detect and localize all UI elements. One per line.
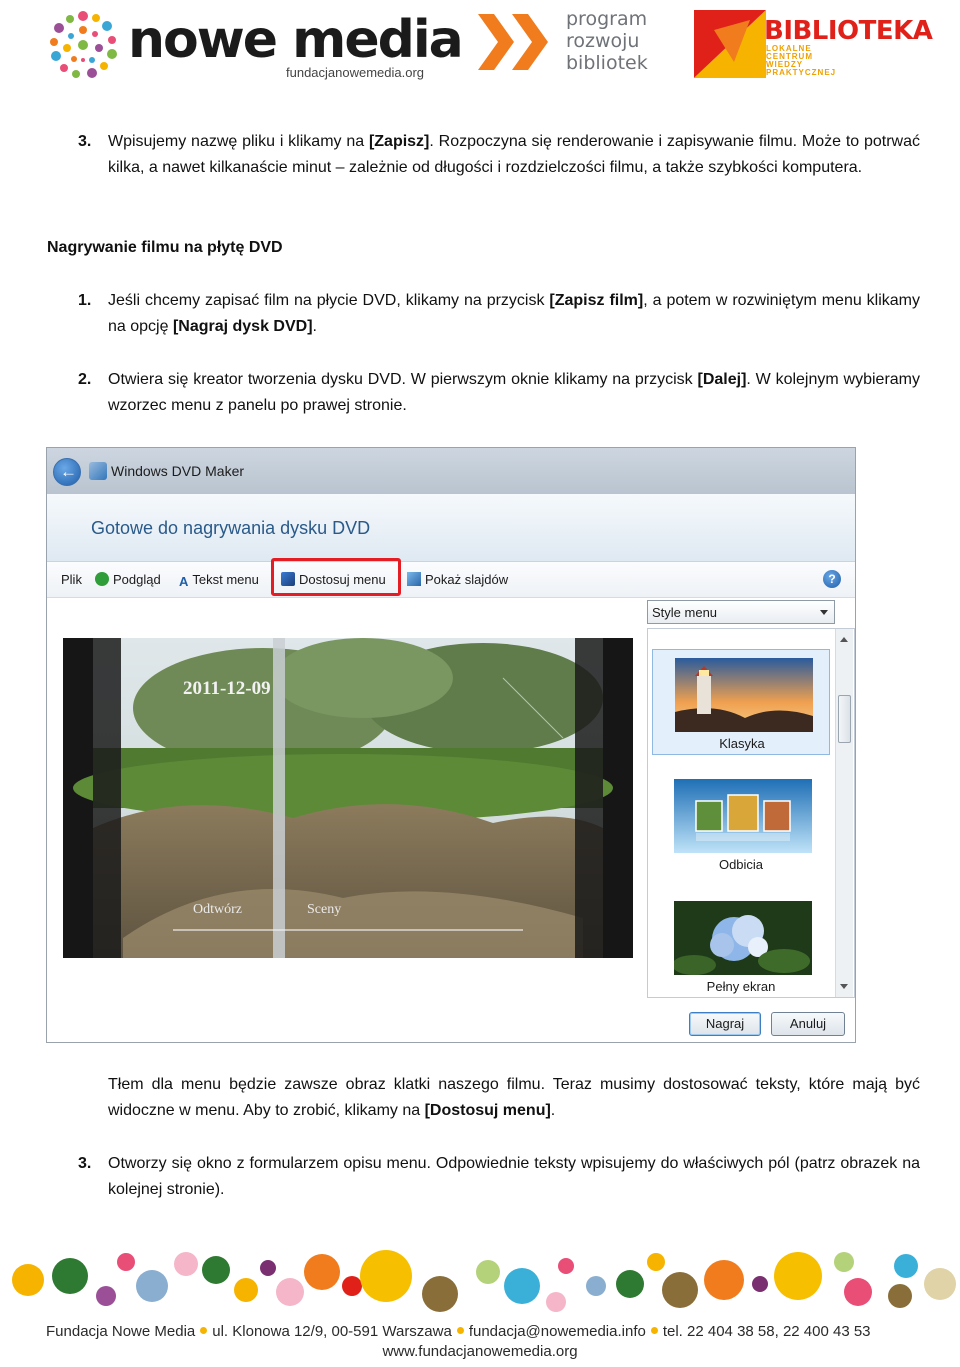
window-title-bar: ← Windows DVD Maker xyxy=(47,448,855,494)
nowe-media-logo-text: nowe media xyxy=(128,10,464,70)
step-number: 2. xyxy=(78,371,92,388)
toolbar-menu-text-button[interactable]: A Tekst menu xyxy=(179,572,259,589)
style-thumbnail-lighthouse xyxy=(675,658,813,732)
bullet-dot-icon xyxy=(650,1327,658,1334)
style-name: Odbicia xyxy=(718,857,764,872)
scroll-up-icon[interactable] xyxy=(840,637,848,642)
toolbar-preview-button[interactable]: Podgląd xyxy=(95,572,161,587)
nowe-media-dots-logo xyxy=(50,11,117,78)
slideshow-icon xyxy=(407,572,421,586)
step-3-save-text: Wpisujemy nazwę pliku i klikamy na [Zapi… xyxy=(108,133,920,176)
step-number: 1. xyxy=(78,292,92,309)
menu-style-dropdown[interactable]: Style menu xyxy=(647,600,835,624)
styles-scrollbar[interactable] xyxy=(835,629,853,997)
dvd-maker-window: ← Windows DVD Maker Gotowe do nagrywania… xyxy=(46,447,856,1043)
preview-date-label: 2011-12-09 xyxy=(183,678,271,699)
menu-style-item[interactable]: Odbicia xyxy=(652,771,830,877)
step-2-text: Otwiera się kreator tworzenia dysku DVD.… xyxy=(108,371,920,414)
nowe-media-url: fundacjanowemedia.org xyxy=(286,65,425,80)
help-icon[interactable]: ? xyxy=(823,570,841,588)
toolbar-file-menu[interactable]: Plik xyxy=(61,572,82,587)
style-name: Pełny ekran xyxy=(706,979,776,994)
footer-contact-line: Fundacja Nowe Media ul. Klonowa 12/9, 00-… xyxy=(46,1323,871,1340)
preview-scenes-label: Sceny xyxy=(307,902,342,917)
page-header: nowe media fundacjanowemedia.org program… xyxy=(0,0,960,90)
footer-website[interactable]: www.fundacjanowemedia.org xyxy=(0,1343,960,1360)
program-arrows-logo xyxy=(478,14,548,70)
highlight-customize-menu xyxy=(271,558,401,596)
back-arrow-icon[interactable]: ← xyxy=(53,458,81,486)
style-thumbnail-fullscreen xyxy=(674,901,812,975)
wizard-page-title: Gotowe do nagrywania dysku DVD xyxy=(91,518,371,538)
preview-play-label: Odtwórz xyxy=(193,902,242,917)
style-thumbnail-reflections xyxy=(674,779,812,853)
biblioteka-title: BIBLIOTEKA xyxy=(764,16,933,46)
wizard-toolbar: Plik Podgląd A Tekst menu Dostosuj menu P… xyxy=(47,562,855,598)
scroll-down-icon[interactable] xyxy=(840,984,848,989)
customize-menu-paragraph: Tłem dla menu będzie zawsze obraz klatki… xyxy=(108,1076,920,1119)
bullet-dot-icon xyxy=(456,1327,464,1334)
menu-style-item[interactable]: Klasyka xyxy=(652,649,830,755)
step-number: 3. xyxy=(78,1155,92,1172)
play-icon xyxy=(95,572,109,586)
text-a-icon: A xyxy=(179,574,189,589)
footer-decorative-dots xyxy=(12,1250,956,1312)
scrollbar-thumb[interactable] xyxy=(838,695,851,743)
step-1-text: Jeśli chcemy zapisać film na płycie DVD,… xyxy=(108,292,920,335)
chevron-down-icon xyxy=(820,610,828,615)
menu-style-item[interactable]: Pełny ekran xyxy=(652,893,830,999)
bullet-dot-icon xyxy=(200,1327,208,1334)
preview-background-image xyxy=(63,638,633,958)
program-rozwoju-bibliotek-logo: program rozwoju bibliotek xyxy=(566,8,648,74)
style-name: Klasyka xyxy=(719,736,765,751)
wizard-header: Gotowe do nagrywania dysku DVD xyxy=(47,494,855,562)
step-number: 3. xyxy=(78,133,92,150)
dvd-maker-app-icon xyxy=(89,462,107,480)
step-3-form-text: Otworzy się okno z formularzem opisu men… xyxy=(108,1155,920,1198)
biblioteka-subtitle: LOKALNE CENTRUM WIEDZY PRAKTYCZNEJ xyxy=(766,44,837,77)
biblioteka-logo-icon xyxy=(694,10,766,78)
burn-button[interactable]: Nagraj xyxy=(689,1012,761,1036)
footer-email[interactable]: fundacja@nowemedia.info xyxy=(469,1323,646,1340)
menu-preview: 2011-12-09 Odtwórz Sceny xyxy=(63,638,633,958)
section-heading: Nagrywanie filmu na płytę DVD xyxy=(47,239,283,256)
cancel-button[interactable]: Anuluj xyxy=(771,1012,845,1036)
window-title: Windows DVD Maker xyxy=(111,463,245,479)
menu-styles-list: Klasyka Odbicia Pełny ekran xyxy=(647,628,855,998)
toolbar-slideshow-button[interactable]: Pokaż slajdów xyxy=(407,572,508,587)
